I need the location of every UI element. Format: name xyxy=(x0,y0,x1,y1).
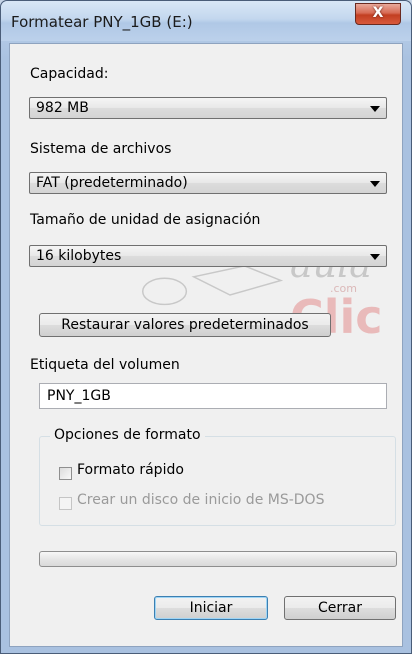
volume-label-value: PNY_1GB xyxy=(47,388,111,404)
msdos-disk-checkbox xyxy=(59,497,72,510)
title-bar[interactable]: Formatear PNY_1GB (E:) X xyxy=(1,1,411,41)
file-system-select[interactable]: FAT (predeterminado) xyxy=(29,172,387,194)
volume-label-input[interactable]: PNY_1GB xyxy=(39,383,387,409)
quick-format-label[interactable]: Formato rápido xyxy=(77,462,184,478)
msdos-disk-label: Crear un disco de inicio de MS-DOS xyxy=(77,492,325,508)
format-progress-bar xyxy=(39,551,397,567)
quick-format-checkbox[interactable] xyxy=(59,467,72,480)
allocation-select[interactable]: 16 kilobytes xyxy=(29,245,387,267)
dropdown-arrow-icon xyxy=(370,254,380,260)
capacity-label: Capacidad: xyxy=(30,66,109,82)
restore-defaults-button[interactable]: Restaurar valores predeterminados xyxy=(39,313,331,337)
close-button[interactable]: Cerrar xyxy=(284,596,396,620)
volume-label: Etiqueta del volumen xyxy=(30,357,180,373)
format-options-title: Opciones de formato xyxy=(50,427,205,443)
window-title: Formatear PNY_1GB (E:) xyxy=(11,13,193,31)
format-options-group xyxy=(39,436,396,526)
close-icon: X xyxy=(372,5,384,21)
file-system-value: FAT (predeterminado) xyxy=(36,175,188,191)
start-button[interactable]: Iniciar xyxy=(154,596,268,620)
dropdown-arrow-icon xyxy=(370,106,380,112)
allocation-value: 16 kilobytes xyxy=(36,248,122,264)
capacity-value: 982 MB xyxy=(36,100,89,116)
file-system-label: Sistema de archivos xyxy=(30,141,172,157)
capacity-select[interactable]: 982 MB xyxy=(29,97,387,119)
close-window-button[interactable]: X xyxy=(355,3,401,25)
allocation-label: Tamaño de unidad de asignación xyxy=(30,212,261,228)
dropdown-arrow-icon xyxy=(370,181,380,187)
